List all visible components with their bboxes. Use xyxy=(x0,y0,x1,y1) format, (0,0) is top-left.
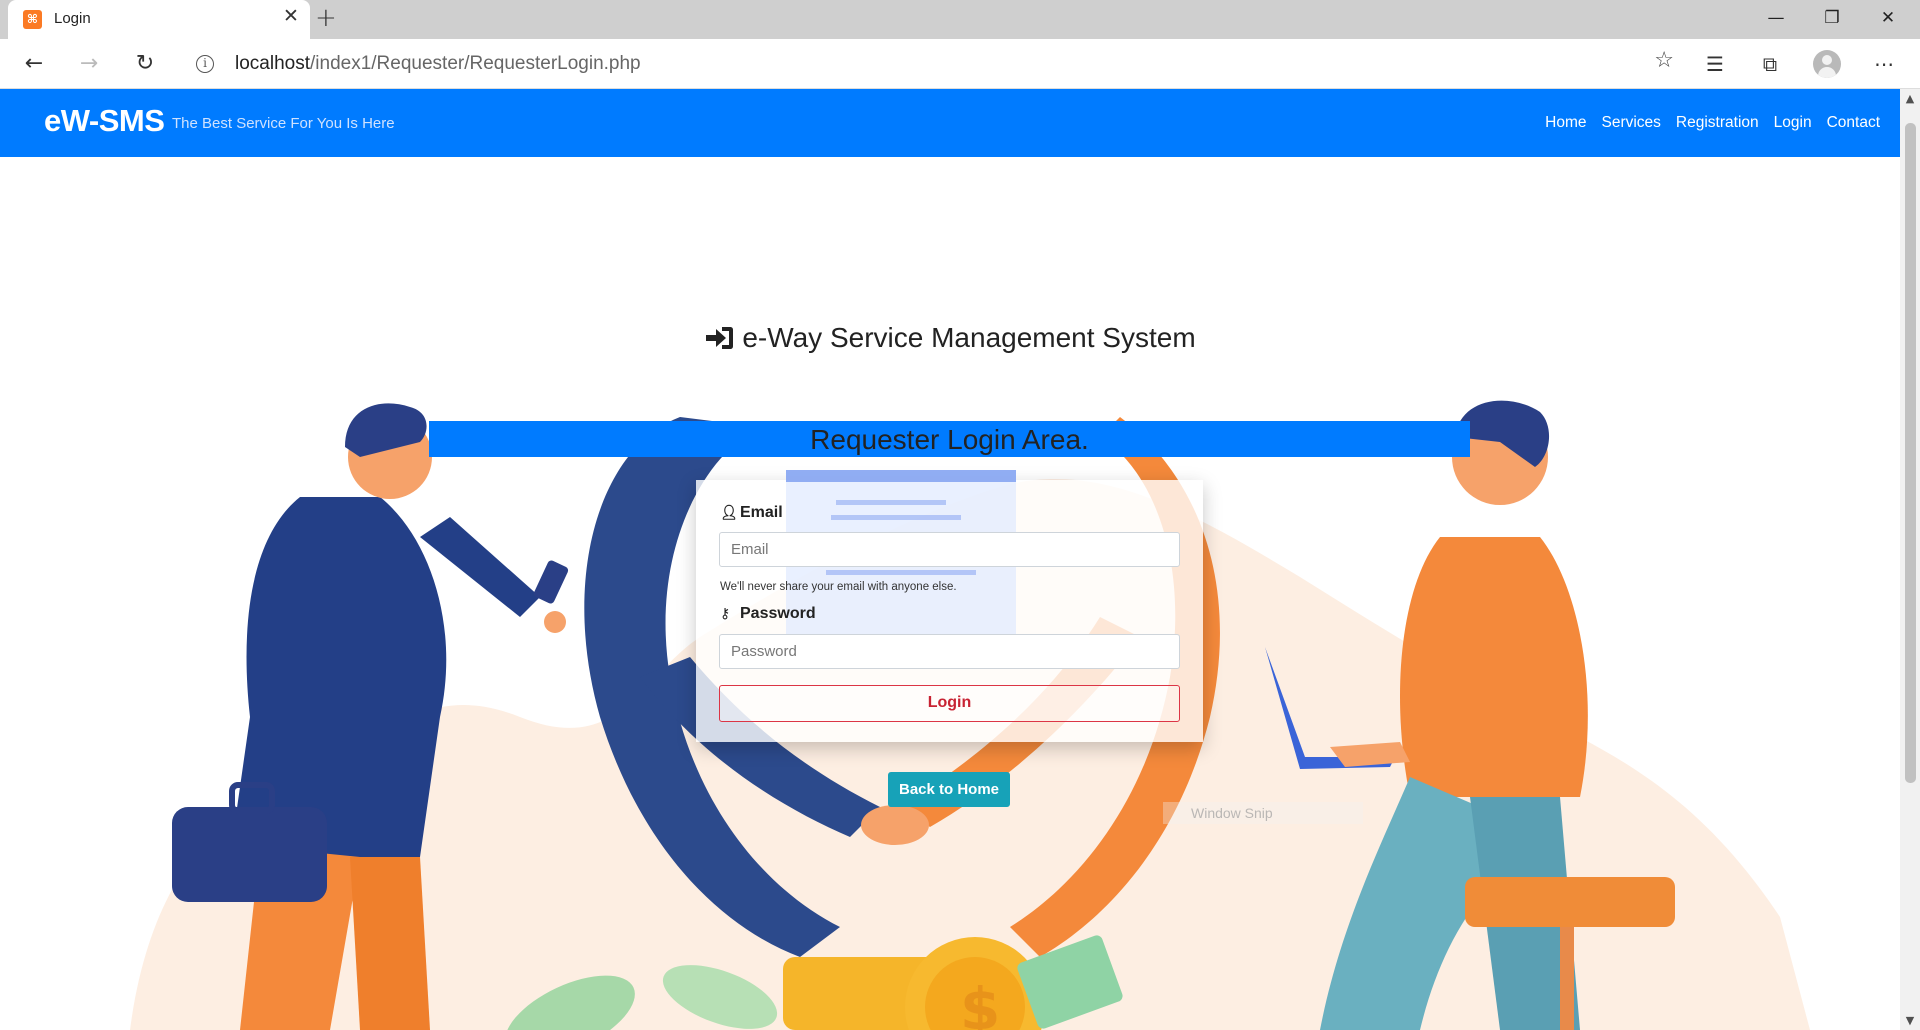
window-snip-overlay: Window Snip xyxy=(1163,802,1363,824)
sign-in-icon xyxy=(704,325,734,358)
nav-links: Home Services Registration Login Contact xyxy=(1530,114,1880,132)
email-field[interactable]: Email xyxy=(719,532,1180,567)
page-title: e-Way Service Management System xyxy=(0,322,1900,358)
nav-services[interactable]: Services xyxy=(1601,114,1660,132)
more-options-icon[interactable]: ⋯ xyxy=(1866,47,1902,81)
restore-icon[interactable]: ❐ xyxy=(1804,0,1860,39)
nav-registration[interactable]: Registration xyxy=(1676,114,1759,132)
nav-login[interactable]: Login xyxy=(1774,114,1812,132)
browser-tab[interactable]: ⌘ Login ✕ xyxy=(8,0,310,39)
new-tab-icon[interactable]: + xyxy=(315,3,337,33)
back-to-home-button[interactable]: Back to Home xyxy=(888,772,1010,807)
url-text[interactable]: localhost/index1/Requester/RequesterLogi… xyxy=(235,53,641,75)
refresh-icon[interactable]: ↻ xyxy=(128,47,162,81)
login-form: 👤︎ Email Email We'll never share your ema… xyxy=(696,470,1203,742)
login-button[interactable]: Login xyxy=(719,685,1180,722)
favorites-list-icon[interactable]: ☰ xyxy=(1697,47,1733,81)
nav-home[interactable]: Home xyxy=(1545,114,1586,132)
profile-avatar-icon[interactable] xyxy=(1813,50,1841,78)
scroll-up-icon[interactable]: ▲ xyxy=(1904,92,1916,105)
email-help-text: We'll never share your email with anyone… xyxy=(720,581,957,593)
user-icon: 👤︎ xyxy=(720,505,738,521)
tab-close-icon[interactable]: ✕ xyxy=(280,6,302,28)
nav-contact[interactable]: Contact xyxy=(1827,114,1880,132)
password-label: ⚷ Password xyxy=(720,605,816,622)
collections-icon[interactable]: ⧉ xyxy=(1752,47,1788,81)
browser-tab-bar: ⌘ Login ✕ + — ❐ ✕ xyxy=(0,0,1920,39)
xampp-icon: ⌘ xyxy=(23,10,42,29)
brand-logo[interactable]: eW-SMS xyxy=(44,103,165,139)
password-field[interactable]: Password xyxy=(719,634,1180,669)
site-navbar: eW-SMS The Best Service For You Is Here … xyxy=(0,89,1900,157)
window-close-icon[interactable]: ✕ xyxy=(1860,0,1916,39)
info-icon[interactable]: i xyxy=(196,55,214,73)
minimize-icon[interactable]: — xyxy=(1748,0,1804,39)
brand-tagline: The Best Service For You Is Here xyxy=(172,115,395,132)
scroll-down-icon[interactable]: ▼ xyxy=(1904,1014,1916,1027)
page-viewport: $ eW-SMS The Best Service For You Is Her… xyxy=(0,89,1900,1030)
address-bar[interactable]: i localhost/index1/Requester/RequesterLo… xyxy=(180,46,1680,82)
forward-icon[interactable]: → xyxy=(72,47,106,81)
page-scrollbar[interactable]: ▲ ▼ xyxy=(1900,89,1920,1030)
scroll-thumb[interactable] xyxy=(1905,123,1916,783)
browser-toolbar: ← → ↻ i localhost/index1/Requester/Reque… xyxy=(0,39,1920,89)
back-icon[interactable]: ← xyxy=(17,47,51,81)
key-icon: ⚷ xyxy=(720,606,731,622)
login-area-banner: Requester Login Area. xyxy=(429,421,1470,457)
favorite-star-icon[interactable]: ☆ xyxy=(1654,48,1674,73)
email-label: 👤︎ Email xyxy=(720,504,783,521)
tab-title: Login xyxy=(54,10,91,27)
svg-text:$: $ xyxy=(960,975,1000,1030)
